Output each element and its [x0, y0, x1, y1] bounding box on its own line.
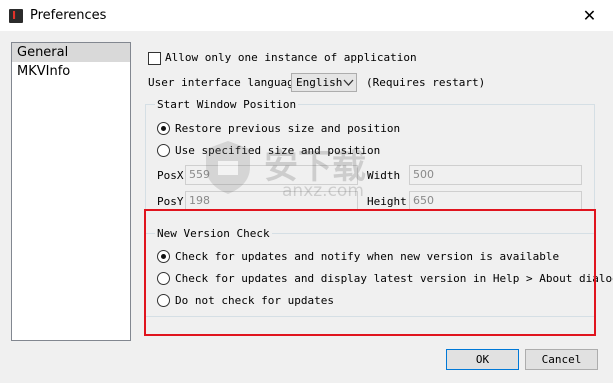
category-list[interactable]: General MKVInfo [11, 42, 131, 341]
posy-label: PosY [157, 195, 184, 208]
start-position-title: Start Window Position [155, 98, 299, 111]
posy-field[interactable]: 198 [185, 191, 358, 211]
posx-field[interactable]: 559 [185, 165, 358, 185]
dialog-client-area: General MKVInfo Allow only one instance … [0, 31, 613, 383]
chevron-down-icon [343, 74, 354, 94]
display-in-about-radio[interactable] [157, 272, 170, 285]
specified-size-radio[interactable] [157, 144, 170, 157]
ui-language-select[interactable]: English [291, 73, 357, 92]
width-label: Width [367, 169, 401, 182]
cancel-button[interactable]: Cancel [525, 349, 598, 370]
app-icon-letter: I [12, 9, 17, 22]
specified-size-label: Use specified size and position [175, 144, 381, 157]
window-title: Preferences [30, 8, 107, 23]
restore-size-label: Restore previous size and position [175, 122, 401, 135]
single-instance-label: Allow only one instance of application [165, 51, 417, 64]
category-item-mkvinfo[interactable]: MKVInfo [12, 62, 130, 81]
height-field[interactable]: 650 [409, 191, 582, 211]
requires-restart-note: (Requires restart) [366, 76, 486, 89]
restore-size-radio[interactable] [157, 122, 170, 135]
title-bar: I Preferences ✕ [0, 0, 613, 31]
display-in-about-label: Check for updates and display latest ver… [175, 272, 613, 285]
close-button[interactable]: ✕ [566, 0, 613, 31]
ui-language-value: English [296, 76, 343, 89]
width-field[interactable]: 500 [409, 165, 582, 185]
posx-label: PosX [157, 169, 184, 182]
height-label: Height [367, 195, 407, 208]
single-instance-checkbox[interactable] [148, 52, 161, 65]
ui-language-label: User interface language [148, 76, 301, 89]
notify-updates-label: Check for updates and notify when new ve… [175, 250, 560, 263]
ok-button[interactable]: OK [446, 349, 519, 370]
close-icon: ✕ [582, 7, 597, 25]
no-check-radio[interactable] [157, 294, 170, 307]
notify-updates-radio[interactable] [157, 250, 170, 263]
category-item-general[interactable]: General [12, 43, 130, 62]
version-check-title: New Version Check [155, 227, 272, 240]
app-icon: I [9, 9, 23, 23]
no-check-label: Do not check for updates [175, 294, 334, 307]
